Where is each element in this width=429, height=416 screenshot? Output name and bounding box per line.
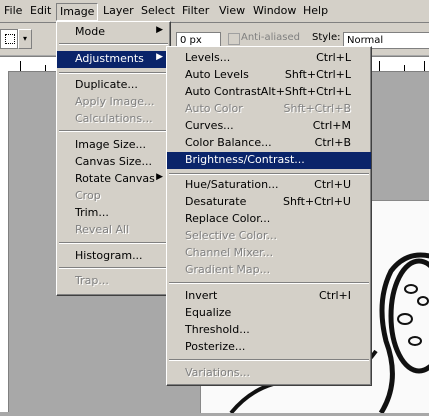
menu-window[interactable]: Window	[250, 3, 299, 19]
menu-file[interactable]: File	[1, 3, 25, 19]
menu-layer[interactable]: Layer	[100, 3, 137, 19]
menu-item-histogram[interactable]: Histogram...	[57, 248, 170, 265]
menu-item-brightness-contrast[interactable]: Brightness/Contrast...	[167, 152, 371, 169]
menu-item-variations[interactable]: Variations...	[167, 365, 371, 382]
menu-item-mode[interactable]: Mode ▶	[57, 24, 170, 41]
marquee-icon	[5, 34, 15, 44]
menu-item-image-size[interactable]: Image Size...	[57, 137, 170, 154]
menu-filter[interactable]: Filter	[179, 3, 212, 19]
menu-item-gradient-map[interactable]: Gradient Map...	[167, 262, 371, 279]
menu-item-replace-color[interactable]: Replace Color...	[167, 211, 371, 228]
menu-item-trim[interactable]: Trim...	[57, 205, 170, 222]
menu-item-invert[interactable]: Invert Ctrl+I	[167, 288, 371, 305]
menu-edit[interactable]: Edit	[27, 3, 54, 19]
antialiased-checkbox[interactable]	[228, 33, 240, 45]
menu-item-canvas-size[interactable]: Canvas Size...	[57, 154, 170, 171]
menu-item-desaturate[interactable]: Desaturate Shft+Ctrl+U	[167, 194, 371, 211]
menu-item-duplicate[interactable]: Duplicate...	[57, 77, 170, 94]
menu-view[interactable]: View	[216, 3, 248, 19]
vertical-ruler	[0, 71, 9, 412]
preset-dropdown-button[interactable]: ▾	[18, 29, 32, 49]
menu-item-levels[interactable]: Levels... Ctrl+L	[167, 50, 371, 67]
menu-item-selective-color[interactable]: Selective Color...	[167, 228, 371, 245]
marquee-tool-preset[interactable]	[0, 29, 18, 49]
menu-item-auto-color[interactable]: Auto Color Shft+Ctrl+B	[167, 101, 371, 118]
menu-bar: File Edit Image Layer Select Filter View…	[0, 0, 429, 23]
menu-item-channel-mixer[interactable]: Channel Mixer...	[167, 245, 371, 262]
menu-item-color-balance[interactable]: Color Balance... Ctrl+B	[167, 135, 371, 152]
menu-item-hue-saturation[interactable]: Hue/Saturation... Ctrl+U	[167, 177, 371, 194]
menu-item-trap[interactable]: Trap...	[57, 273, 170, 290]
menu-item-apply-image[interactable]: Apply Image...	[57, 94, 170, 111]
antialiased-label: Anti-aliased	[241, 32, 301, 43]
menu-item-auto-levels[interactable]: Auto Levels Shft+Ctrl+L	[167, 67, 371, 84]
image-menu: Mode ▶ Adjustments ▶ Duplicate... Apply Im…	[56, 21, 171, 296]
menu-item-curves[interactable]: Curves... Ctrl+M	[167, 118, 371, 135]
menu-item-auto-contrast[interactable]: Auto Contrast Alt+Shft+Ctrl+L	[167, 84, 371, 101]
menu-item-equalize[interactable]: Equalize	[167, 305, 371, 322]
menu-item-threshold[interactable]: Threshold...	[167, 322, 371, 339]
menu-item-rotate-canvas[interactable]: Rotate Canvas ▶	[57, 171, 170, 188]
menu-select[interactable]: Select	[138, 3, 178, 19]
adjustments-submenu: Levels... Ctrl+L Auto Levels Shft+Ctrl+L A…	[166, 46, 372, 386]
menu-help[interactable]: Help	[300, 3, 331, 19]
menu-item-adjustments[interactable]: Adjustments ▶	[57, 51, 170, 68]
menu-item-reveal-all[interactable]: Reveal All	[57, 222, 170, 239]
menu-item-crop[interactable]: Crop	[57, 188, 170, 205]
menu-image[interactable]: Image	[56, 3, 99, 21]
style-label: Style:	[312, 32, 341, 43]
menu-item-posterize[interactable]: Posterize...	[167, 339, 371, 356]
menu-item-calculations[interactable]: Calculations...	[57, 111, 170, 128]
